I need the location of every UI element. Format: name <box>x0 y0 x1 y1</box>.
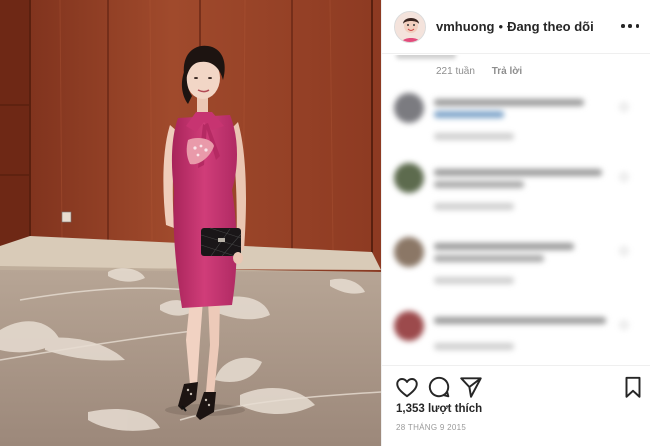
reply-button[interactable]: Trả lời <box>492 66 522 77</box>
comment-text-blurred <box>434 255 544 262</box>
cut-off-comment-text <box>396 55 456 59</box>
post-date[interactable]: 28 THÁNG 9 2015 <box>396 423 466 432</box>
comment-text-blurred <box>434 111 504 118</box>
heart-icon[interactable] <box>394 374 420 400</box>
more-dot <box>628 24 632 28</box>
comment-like-icon[interactable] <box>620 247 628 255</box>
divider <box>382 365 650 366</box>
avatar-image <box>395 11 425 42</box>
comment-meta-blurred <box>434 203 514 210</box>
comment-icon[interactable] <box>426 374 452 400</box>
comments-list: 221 tuần Trả lời <box>382 55 650 365</box>
more-dot <box>635 24 639 28</box>
following-button[interactable]: Đang theo dõi <box>507 19 594 34</box>
comment-like-icon[interactable] <box>620 103 628 111</box>
likes-count[interactable]: 1,353 lượt thích <box>396 403 482 415</box>
comment-meta-blurred <box>434 277 514 284</box>
comment-like-icon[interactable] <box>620 321 628 329</box>
post-header: vmhuong • Đang theo dõi <box>382 0 650 54</box>
comment-avatar <box>394 311 424 341</box>
more-options-icon[interactable] <box>621 20 639 32</box>
comment-meta: 221 tuần Trả lời <box>436 66 522 77</box>
comment-meta-blurred <box>434 133 514 140</box>
comment-avatar <box>394 93 424 123</box>
comment-item <box>394 237 634 297</box>
comment-text-blurred <box>434 169 602 176</box>
comment-text-blurred <box>434 243 574 250</box>
paper-plane-icon[interactable] <box>458 374 484 400</box>
bookmark-icon[interactable] <box>620 374 646 400</box>
comment-text-blurred <box>434 99 584 106</box>
comment-meta-blurred <box>434 343 514 350</box>
comment-item <box>394 163 634 223</box>
profile-avatar[interactable] <box>394 10 426 43</box>
header-text: vmhuong • Đang theo dõi <box>436 19 594 34</box>
comment-text-blurred <box>434 317 606 324</box>
comment-item <box>394 311 634 365</box>
photo-illustration <box>0 0 381 446</box>
post-actions <box>382 370 650 402</box>
comment-item <box>394 93 634 153</box>
comment-avatar <box>394 237 424 267</box>
comment-avatar <box>394 163 424 193</box>
comment-time: 221 tuần <box>436 66 475 77</box>
post-side-panel: vmhuong • Đang theo dõi 221 tuần Trả lời <box>381 0 650 446</box>
username-link[interactable]: vmhuong <box>436 19 495 34</box>
comment-text-blurred <box>434 181 524 188</box>
comment-like-icon[interactable] <box>620 173 628 181</box>
more-dot <box>621 24 625 28</box>
separator-dot: • <box>498 19 504 34</box>
instagram-post-modal: vmhuong • Đang theo dõi 221 tuần Trả lời <box>0 0 650 446</box>
post-photo[interactable] <box>0 0 381 446</box>
